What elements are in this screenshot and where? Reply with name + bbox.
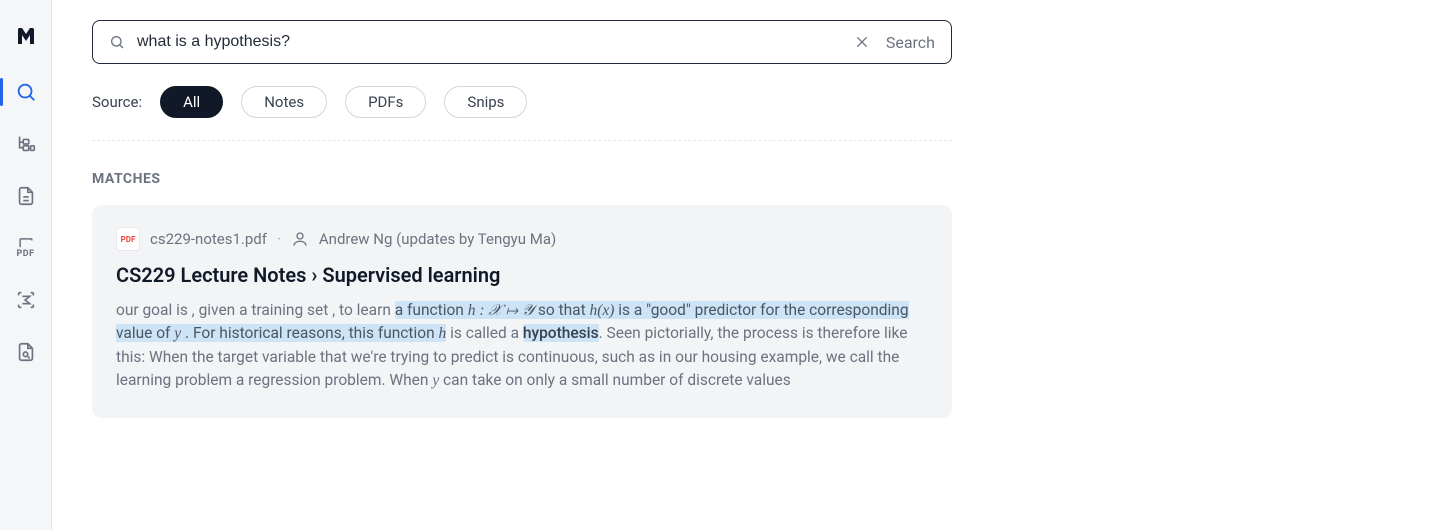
matches-header: MATCHES [92,171,1400,187]
result-filename: cs229-notes1.pdf [150,230,267,248]
meta-separator: · [277,230,281,248]
search-icon [109,34,125,50]
result-meta: PDF cs229-notes1.pdf · Andrew Ng (update… [116,227,928,251]
result-title: CS229 Lecture Notes › Supervised learnin… [116,263,928,287]
main-content: Search Source: All Notes PDFs Snips MATC… [52,0,1440,530]
sidebar-item-search[interactable] [6,72,46,112]
search-input[interactable] [137,33,838,51]
pdf-badge-icon: PDF [116,227,140,251]
clear-button[interactable] [850,30,874,54]
sidebar: PDF [0,0,52,530]
search-bar: Search [92,20,952,64]
filter-notes[interactable]: Notes [241,86,327,118]
pdf-label: PDF [16,249,34,259]
result-excerpt: our goal is , given a training set , to … [116,299,928,392]
sidebar-item-sigma[interactable] [6,280,46,320]
sidebar-item-document[interactable] [6,176,46,216]
source-filters: Source: All Notes PDFs Snips [92,86,952,141]
author-icon [291,230,309,248]
filters-label: Source: [92,93,142,111]
result-card[interactable]: PDF cs229-notes1.pdf · Andrew Ng (update… [92,205,952,418]
sidebar-item-tree[interactable] [6,124,46,164]
sidebar-item-pdf[interactable]: PDF [6,228,46,268]
filter-snips[interactable]: Snips [444,86,527,118]
search-button[interactable]: Search [886,33,935,52]
filter-all[interactable]: All [160,86,223,118]
filter-pdfs[interactable]: PDFs [345,86,426,118]
result-author: Andrew Ng (updates by Tengyu Ma) [319,230,556,248]
sidebar-item-image-search[interactable] [6,332,46,372]
app-logo[interactable] [6,16,46,56]
